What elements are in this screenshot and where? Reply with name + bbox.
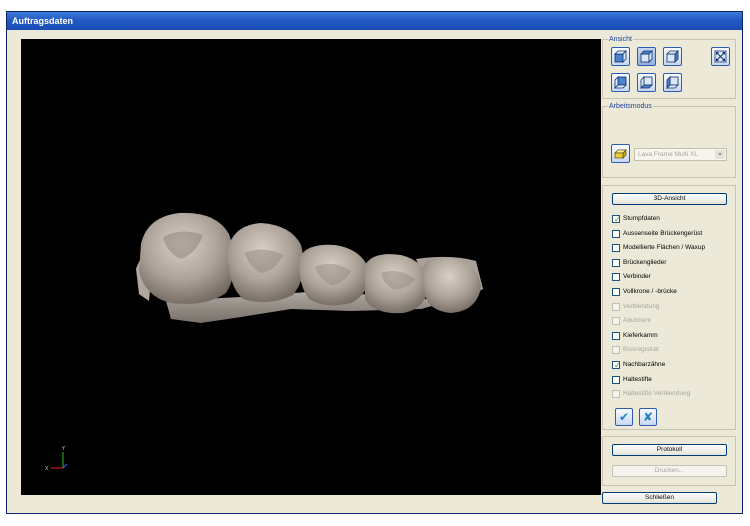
layer-checkbox[interactable] (612, 288, 620, 296)
schliessen-button[interactable]: Schließen (602, 492, 717, 504)
view-right-button[interactable] (663, 47, 682, 66)
view-left-icon (666, 76, 679, 89)
layer-checkbox[interactable]: ✓ (612, 215, 621, 224)
uncheck-all-icon: ✘ (643, 410, 654, 424)
view-back-icon (614, 76, 627, 89)
dental-bridge-3d-model-icon: Y X (45, 212, 483, 472)
view-right-icon (666, 50, 679, 63)
layer-checkbox (612, 317, 620, 326)
window-title: Auftragsdaten (12, 16, 74, 26)
axis-x-label: X (45, 466, 49, 472)
layer-checkbox-label: Abutment (623, 317, 651, 325)
layers-panel: 3D-Ansicht ✓ Stumpfdaten Aussenseite Brück… (602, 185, 736, 430)
layer-checkbox[interactable] (612, 331, 620, 340)
ansicht-title: Ansicht (608, 35, 633, 44)
layer-checkbox[interactable] (612, 258, 620, 267)
layer-checkbox[interactable] (612, 229, 620, 238)
layer-checkbox-label: Haltestifte Verblendung (623, 390, 691, 398)
view-front-icon (614, 50, 627, 63)
3d-viewport[interactable]: Y X (21, 39, 601, 495)
ansicht-panel: Ansicht (602, 35, 736, 99)
layer-checkbox-label: Modellierte Flächen / Waxup (623, 244, 706, 252)
material-select[interactable]: Lava Frame Multi XL (634, 148, 727, 161)
view-bottom-icon (640, 76, 653, 89)
check-icon: ✓ (614, 215, 621, 224)
check-all-icon: ✔ (619, 410, 630, 424)
layer-checkbox (612, 390, 620, 399)
layer-checkbox-label: Haltestifte (623, 375, 652, 383)
view-left-button[interactable] (663, 73, 682, 92)
3d-ansicht-button[interactable]: 3D-Ansicht (612, 193, 727, 205)
layer-checkbox[interactable] (612, 244, 620, 253)
layer-checkbox-label: Brückenglieder (623, 258, 667, 266)
layer-checkbox (612, 346, 620, 355)
layer-checkbox-label: Stumpfdaten (623, 215, 660, 222)
report-panel: Protokoll Drucken... (602, 436, 736, 486)
chevron-down-icon[interactable] (715, 150, 725, 159)
layer-checkbox-label: Kieferkamm (623, 331, 658, 339)
layer-checkbox[interactable]: ✓ (612, 361, 621, 370)
title-bar: Auftragsdaten (7, 12, 742, 30)
drucken-button[interactable]: Drucken... (612, 465, 727, 477)
protokoll-button[interactable]: Protokoll (612, 444, 727, 456)
layer-checkbox-label: Nachbarzähne (623, 361, 666, 368)
block-material-icon (614, 149, 627, 159)
check-icon: ✓ (614, 361, 621, 370)
layer-checkbox-label: Verblendung (623, 302, 660, 310)
fit-view-button[interactable] (711, 47, 730, 66)
auftragsdaten-window: Auftragsdaten Y X Ansicht Arbeitsmodus L… (6, 11, 743, 514)
uncheck-all-button[interactable]: ✘ (639, 408, 657, 426)
layer-checkbox-label: Vollkrone / -brücke (623, 288, 677, 295)
axis-y-label: Y (61, 446, 66, 452)
layer-checkbox[interactable] (612, 273, 620, 282)
layer-checkbox (612, 302, 620, 311)
material-block-button[interactable] (611, 144, 630, 163)
view-top-button[interactable] (637, 47, 656, 66)
view-top-icon (640, 50, 653, 63)
view-back-button[interactable] (611, 73, 630, 92)
fit-view-icon (714, 50, 727, 63)
view-bottom-button[interactable] (637, 73, 656, 92)
check-all-button[interactable]: ✔ (615, 408, 633, 426)
layer-checkbox-label: Verbinder (623, 273, 651, 281)
layer-checkbox-label: Bissregistrat (623, 346, 659, 354)
material-select-value: Lava Frame Multi XL (638, 151, 698, 158)
layer-checkbox[interactable] (612, 375, 620, 384)
layer-checkbox-label: Aussenseite Brückengerüst (623, 229, 703, 237)
arbeitsmodus-panel: Arbeitsmodus Lava Frame Multi XL (602, 102, 736, 178)
view-front-button[interactable] (611, 47, 630, 66)
arbeitsmodus-title: Arbeitsmodus (608, 102, 653, 111)
